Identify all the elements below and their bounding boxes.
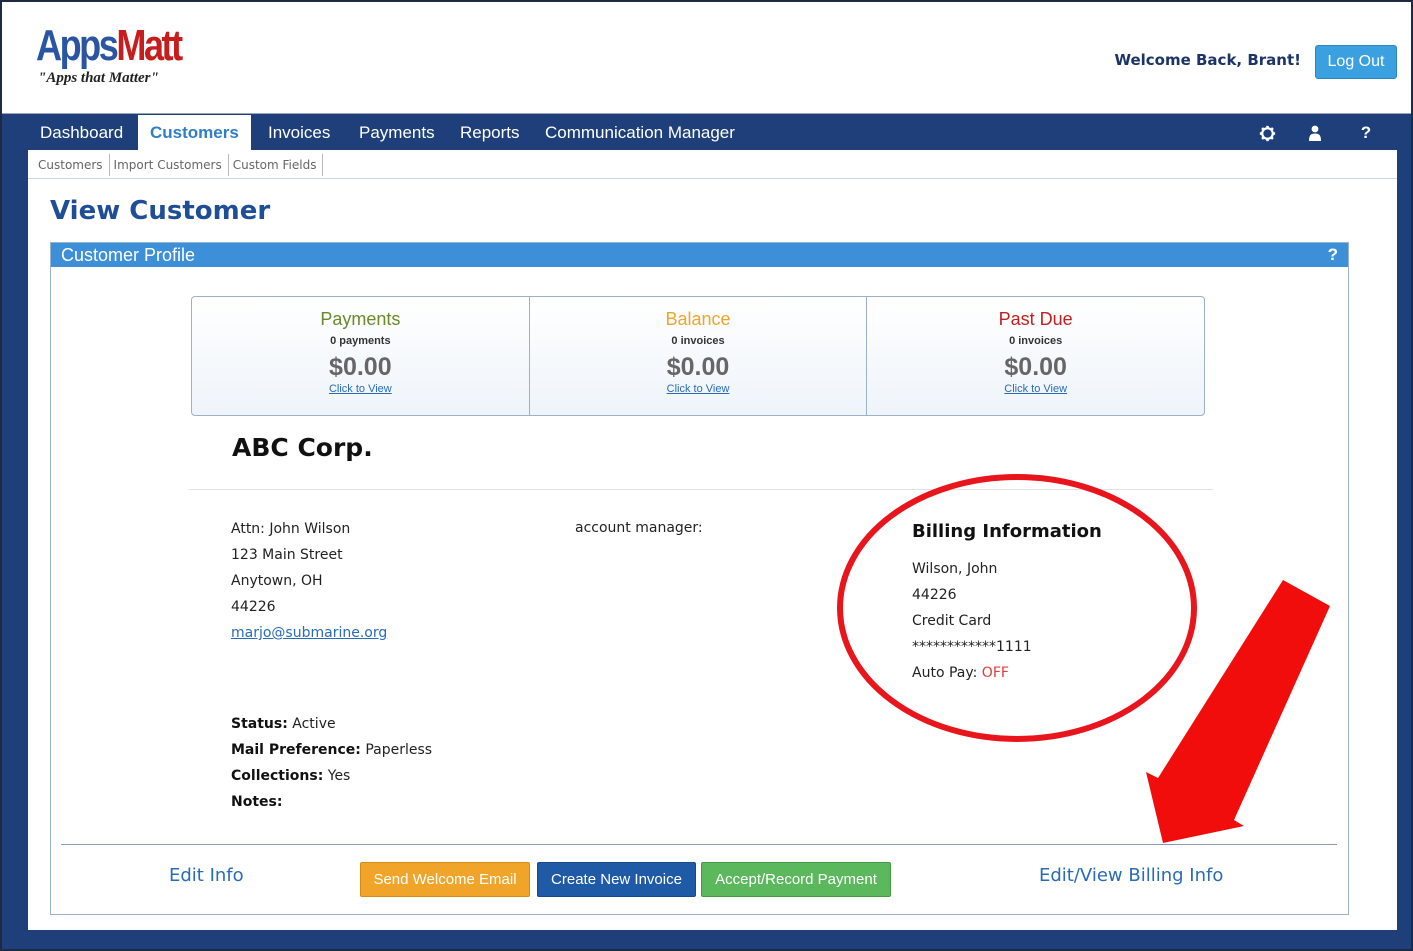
nav-payments[interactable]: Payments <box>347 115 447 151</box>
billing-information: Billing Information Wilson, John 44226 C… <box>912 521 1102 686</box>
logout-button[interactable]: Log Out <box>1315 45 1397 79</box>
logo-wordmark: AppsMatt <box>36 21 183 70</box>
card-title: Payments <box>320 309 401 329</box>
city-line: Anytown, OH <box>231 573 323 589</box>
nav-customers[interactable]: Customers <box>138 115 251 151</box>
gear-icon[interactable] <box>1257 123 1277 143</box>
help-icon[interactable]: ? <box>1356 123 1376 143</box>
autopay-line: Auto Pay: OFF <box>912 660 1102 686</box>
card-amount: $0.00 <box>666 353 730 381</box>
customer-status: Status: Active Mail Preference: Paperles… <box>231 711 432 815</box>
attn-line: Attn: John Wilson <box>231 521 351 537</box>
mail-preference-line: Mail Preference: Paperless <box>231 742 433 758</box>
billing-title: Billing Information <box>912 521 1102 542</box>
card-amount: $0.00 <box>329 353 392 381</box>
balance-click-to-view-link[interactable]: Click to View <box>530 383 867 395</box>
edit-info-link[interactable]: Edit Info <box>169 865 244 886</box>
nav-reports[interactable]: Reports <box>448 115 532 151</box>
header: AppsMatt "Apps that Matter" Welcome Back… <box>2 2 1411 114</box>
edit-view-billing-info-link[interactable]: Edit/View Billing Info <box>1039 865 1223 886</box>
nav-dashboard[interactable]: Dashboard <box>28 115 135 151</box>
panel-title: Customer Profile <box>61 245 196 265</box>
status-line: Status: Active <box>231 716 336 732</box>
card-count: 0 invoices <box>671 335 725 347</box>
subnav-custom-fields[interactable]: Custom Fields <box>229 154 324 176</box>
past-due-card: Past Due 0 invoices $0.00 Click to View <box>867 297 1204 415</box>
subnav: Customers Import Customers Custom Fields <box>34 153 324 177</box>
payments-click-to-view-link[interactable]: Click to View <box>192 383 529 395</box>
welcome-message: Welcome Back, Brant! <box>1114 51 1301 69</box>
footer-divider <box>61 844 1337 845</box>
panel-help-icon[interactable]: ? <box>1328 243 1338 267</box>
street-line: 123 Main Street <box>231 547 343 563</box>
collections-line: Collections: Yes <box>231 768 351 784</box>
accept-record-payment-button[interactable]: Accept/Record Payment <box>701 862 891 897</box>
autopay-label: Auto Pay: <box>912 665 978 681</box>
card-amount: $0.00 <box>1004 353 1067 381</box>
autopay-status: OFF <box>981 665 1009 681</box>
appsmatt-logo[interactable]: AppsMatt "Apps that Matter" <box>36 24 212 87</box>
balance-card: Balance 0 invoices $0.00 Click to View <box>530 297 868 415</box>
customer-name: ABC Corp. <box>232 433 373 462</box>
card-title: Balance <box>665 309 731 329</box>
customer-profile-panel: Customer Profile ? Payments 0 payments $… <box>50 242 1349 915</box>
card-count: 0 invoices <box>1009 335 1063 347</box>
subnav-import-customers[interactable]: Import Customers <box>110 154 229 176</box>
zip-line: 44226 <box>231 599 276 615</box>
subnav-customers[interactable]: Customers <box>34 154 110 176</box>
send-welcome-email-button[interactable]: Send Welcome Email <box>360 862 530 897</box>
billing-zip: 44226 <box>912 587 957 603</box>
notes-line: Notes: <box>231 794 283 810</box>
section-divider <box>189 489 1213 490</box>
nav-invoices[interactable]: Invoices <box>256 115 342 151</box>
card-title: Past Due <box>998 309 1073 329</box>
billing-card-number: ************1111 <box>912 639 1032 655</box>
email-link[interactable]: marjo@submarine.org <box>231 620 387 646</box>
card-count: 0 payments <box>330 335 391 347</box>
account-manager-label: account manager: <box>575 520 703 536</box>
subnav-divider <box>28 178 1397 179</box>
main-nav: Dashboard Customers Invoices Payments Re… <box>2 115 1411 151</box>
logo-tagline: "Apps that Matter" <box>38 70 159 86</box>
content-area: Customers Import Customers Custom Fields… <box>28 150 1397 930</box>
panel-header: Customer Profile <box>51 243 1348 267</box>
user-icon[interactable] <box>1305 123 1325 143</box>
create-new-invoice-button[interactable]: Create New Invoice <box>537 862 696 897</box>
payments-card: Payments 0 payments $0.00 Click to View <box>192 297 530 415</box>
customer-address: Attn: John Wilson 123 Main Street Anytow… <box>231 516 387 646</box>
billing-method: Credit Card <box>912 613 992 629</box>
past-due-click-to-view-link[interactable]: Click to View <box>867 383 1204 395</box>
account-summary: Payments 0 payments $0.00 Click to View … <box>191 296 1205 416</box>
page-title: View Customer <box>50 196 271 226</box>
nav-communication-manager[interactable]: Communication Manager <box>533 115 747 151</box>
billing-name: Wilson, John <box>912 561 998 577</box>
